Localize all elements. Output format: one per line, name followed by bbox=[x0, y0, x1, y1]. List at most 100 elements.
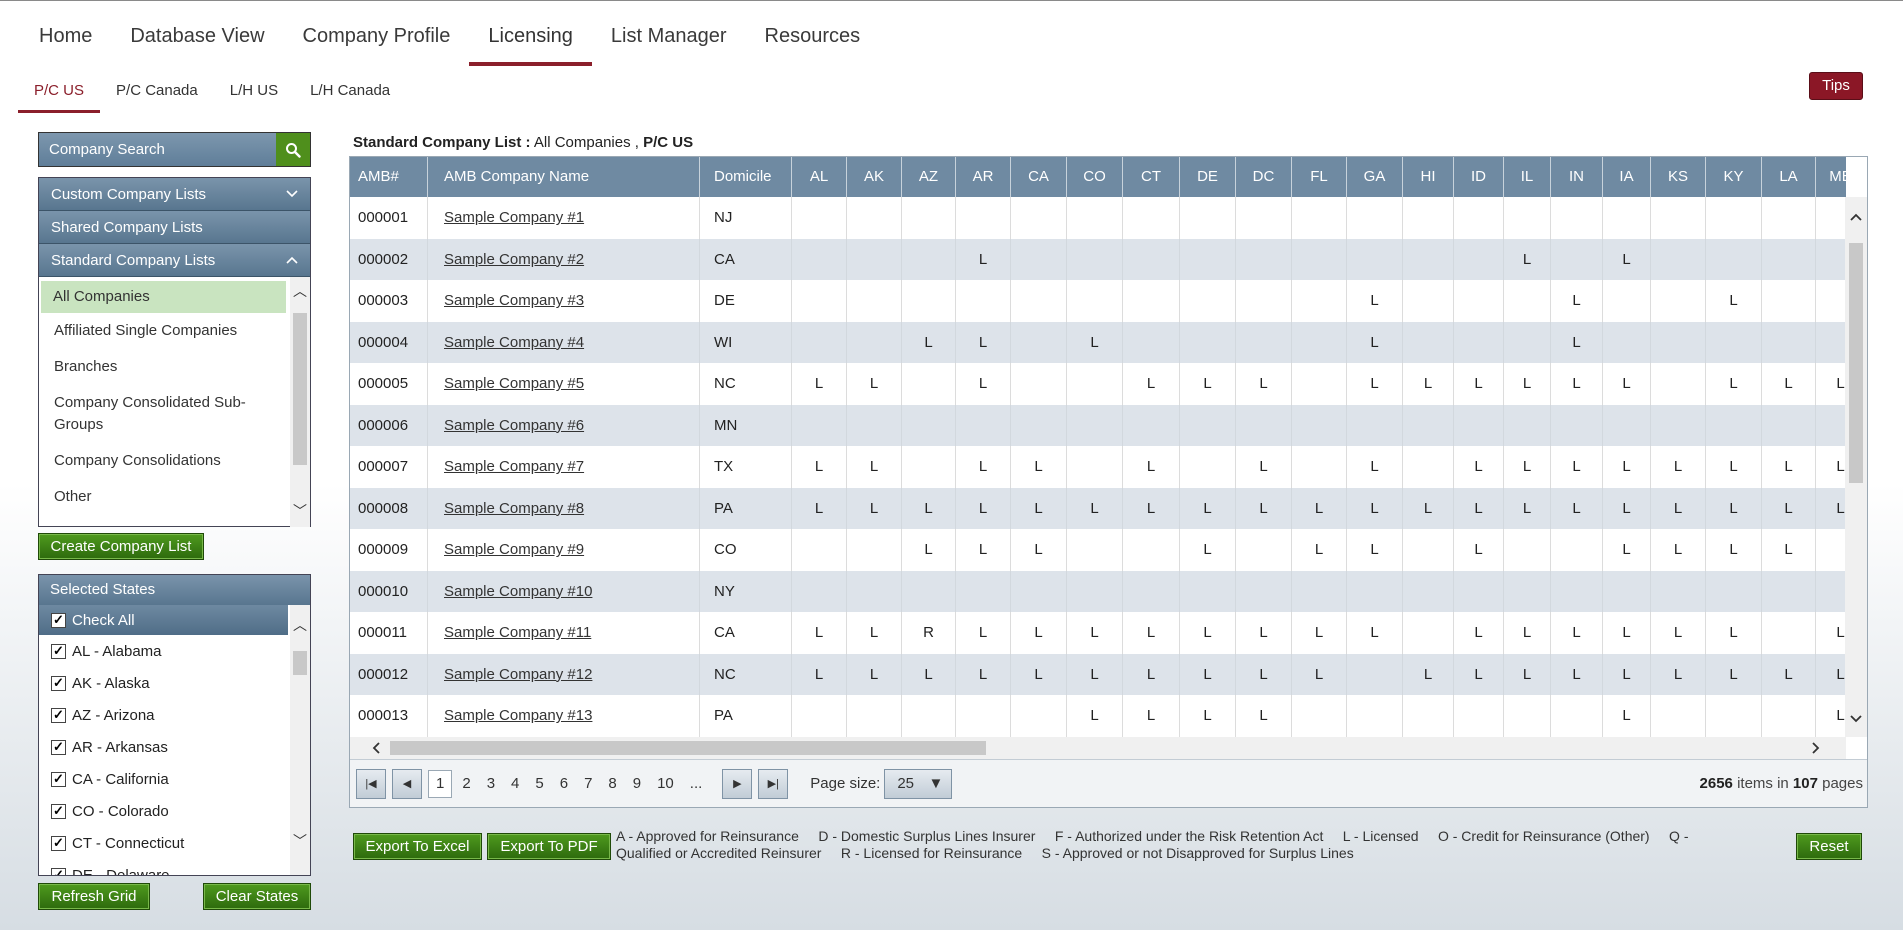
page-7-link[interactable]: 7 bbox=[576, 775, 600, 792]
list-item-affiliated-single-companies[interactable]: Affiliated Single Companies bbox=[39, 313, 310, 349]
grid-horizontal-scrollbar[interactable] bbox=[350, 737, 1846, 759]
page-1-link[interactable]: 1 bbox=[428, 769, 453, 798]
page-10-link[interactable]: 10 bbox=[649, 775, 682, 792]
column-header-ak[interactable]: AK bbox=[847, 157, 902, 197]
tab-l-h-canada[interactable]: L/H Canada bbox=[294, 75, 406, 115]
state-checkbox-az-arizona[interactable]: ✓ AZ - Arizona bbox=[39, 699, 310, 731]
column-header-ct[interactable]: CT bbox=[1123, 157, 1180, 197]
company-name-link[interactable]: Sample Company #4 bbox=[428, 321, 700, 363]
column-header-amb[interactable]: AMB# bbox=[350, 157, 428, 197]
tab-l-h-us[interactable]: L/H US bbox=[214, 75, 294, 115]
nav-item-home[interactable]: Home bbox=[20, 15, 111, 65]
state-checkbox-ak-alaska[interactable]: ✓ AK - Alaska bbox=[39, 667, 310, 699]
page-6-link[interactable]: 6 bbox=[552, 775, 576, 792]
tab-p-c-us[interactable]: P/C US bbox=[18, 75, 101, 115]
nav-item-list-manager[interactable]: List Manager bbox=[592, 15, 746, 65]
page-more-link[interactable]: ... bbox=[682, 775, 711, 792]
scroll-down-icon[interactable]: ﹀ bbox=[290, 831, 310, 851]
column-header-hi[interactable]: HI bbox=[1403, 157, 1454, 197]
company-name-link[interactable]: Sample Company #11 bbox=[428, 612, 700, 654]
states-scroll-thumb[interactable] bbox=[293, 651, 307, 675]
list-item-other[interactable]: Other bbox=[39, 479, 310, 515]
first-page-button[interactable]: |◀ bbox=[356, 768, 386, 799]
page-3-link[interactable]: 3 bbox=[479, 775, 503, 792]
states-scrollbar[interactable]: ︿ ﹀ bbox=[290, 605, 310, 875]
create-company-list-button[interactable]: Create Company List bbox=[38, 533, 204, 560]
column-header-il[interactable]: IL bbox=[1504, 157, 1551, 197]
column-header-az[interactable]: AZ bbox=[902, 157, 956, 197]
column-header-domicile[interactable]: Domicile bbox=[700, 157, 792, 197]
nav-item-company-profile[interactable]: Company Profile bbox=[284, 15, 470, 65]
prev-page-button[interactable]: ◀ bbox=[392, 768, 422, 799]
company-name-link[interactable]: Sample Company #9 bbox=[428, 529, 700, 571]
column-header-ks[interactable]: KS bbox=[1651, 157, 1706, 197]
page-4-link[interactable]: 4 bbox=[503, 775, 527, 792]
export-to-excel-button[interactable]: Export To Excel bbox=[353, 833, 482, 860]
nav-item-licensing[interactable]: Licensing bbox=[469, 15, 592, 66]
column-header-ca[interactable]: CA bbox=[1011, 157, 1067, 197]
company-name-link[interactable]: Sample Company #13 bbox=[428, 695, 700, 737]
column-header-la[interactable]: LA bbox=[1762, 157, 1816, 197]
scroll-up-icon[interactable]: ︿ bbox=[290, 281, 310, 301]
page-8-link[interactable]: 8 bbox=[600, 775, 624, 792]
column-header-co[interactable]: CO bbox=[1067, 157, 1123, 197]
export-to-pdf-button[interactable]: Export To PDF bbox=[487, 833, 611, 860]
refresh-grid-button[interactable]: Refresh Grid bbox=[38, 883, 150, 910]
search-button[interactable] bbox=[276, 133, 310, 166]
column-header-amb-company-name[interactable]: AMB Company Name bbox=[428, 157, 700, 197]
column-header-ia[interactable]: IA bbox=[1603, 157, 1651, 197]
company-name-link[interactable]: Sample Company #2 bbox=[428, 238, 700, 280]
state-checkbox-al-alabama[interactable]: ✓ AL - Alabama bbox=[39, 635, 310, 667]
next-page-button[interactable]: ▶ bbox=[722, 768, 753, 799]
page-9-link[interactable]: 9 bbox=[625, 775, 649, 792]
nav-item-database-view[interactable]: Database View bbox=[111, 15, 283, 65]
state-checkbox-ct-connecticut[interactable]: ✓ CT - Connecticut bbox=[39, 827, 310, 859]
column-header-ar[interactable]: AR bbox=[956, 157, 1011, 197]
column-header-ga[interactable]: GA bbox=[1347, 157, 1403, 197]
scroll-down-icon[interactable]: ﹀ bbox=[290, 501, 310, 521]
column-header-de[interactable]: DE bbox=[1180, 157, 1236, 197]
page-2-link[interactable]: 2 bbox=[454, 775, 478, 792]
column-header-ky[interactable]: KY bbox=[1706, 157, 1762, 197]
state-checkbox-co-colorado[interactable]: ✓ CO - Colorado bbox=[39, 795, 310, 827]
company-name-link[interactable]: Sample Company #1 bbox=[428, 197, 700, 239]
shared-company-lists-header[interactable]: Shared Company Lists bbox=[39, 211, 310, 244]
company-name-link[interactable]: Sample Company #7 bbox=[428, 446, 700, 488]
list-item-all-companies[interactable]: All Companies bbox=[41, 281, 286, 313]
company-name-link[interactable]: Sample Company #3 bbox=[428, 280, 700, 322]
tips-button[interactable]: Tips bbox=[1809, 72, 1863, 100]
list-item-branches[interactable]: Branches bbox=[39, 349, 310, 385]
state-checkbox-de-delaware[interactable]: ✓ DE - Delaware bbox=[39, 859, 310, 875]
column-header-id[interactable]: ID bbox=[1454, 157, 1504, 197]
scroll-down-icon[interactable] bbox=[1845, 709, 1867, 729]
page-5-link[interactable]: 5 bbox=[527, 775, 551, 792]
column-header-me[interactable]: ME bbox=[1816, 157, 1846, 197]
scroll-up-icon[interactable] bbox=[1845, 207, 1867, 227]
list-item-company-consolidated-sub-groups[interactable]: Company Consolidated Sub-Groups bbox=[39, 385, 310, 443]
grid-vscroll-thumb[interactable] bbox=[1849, 243, 1863, 483]
scroll-up-icon[interactable]: ︿ bbox=[290, 615, 310, 635]
company-name-link[interactable]: Sample Company #6 bbox=[428, 404, 700, 446]
clear-states-button[interactable]: Clear States bbox=[203, 883, 311, 910]
column-header-dc[interactable]: DC bbox=[1236, 157, 1292, 197]
state-checkbox-ar-arkansas[interactable]: ✓ AR - Arkansas bbox=[39, 731, 310, 763]
company-search-input[interactable] bbox=[39, 133, 276, 166]
lists-scroll-thumb[interactable] bbox=[293, 313, 307, 465]
column-header-fl[interactable]: FL bbox=[1292, 157, 1347, 197]
column-header-al[interactable]: AL bbox=[792, 157, 847, 197]
scroll-left-icon[interactable] bbox=[372, 741, 380, 755]
company-name-link[interactable]: Sample Company #5 bbox=[428, 363, 700, 405]
tab-p-c-canada[interactable]: P/C Canada bbox=[100, 75, 214, 115]
lists-scrollbar[interactable]: ︿ ﹀ bbox=[290, 277, 310, 527]
scroll-right-icon[interactable] bbox=[1812, 741, 1820, 755]
company-name-link[interactable]: Sample Company #10 bbox=[428, 570, 700, 612]
custom-company-lists-header[interactable]: Custom Company Lists bbox=[39, 178, 310, 211]
list-item-company-consolidations[interactable]: Company Consolidations bbox=[39, 443, 310, 479]
company-name-link[interactable]: Sample Company #12 bbox=[428, 653, 700, 695]
state-checkbox-ca-california[interactable]: ✓ CA - California bbox=[39, 763, 310, 795]
grid-hscroll-thumb[interactable] bbox=[390, 741, 986, 755]
last-page-button[interactable]: ▶| bbox=[758, 768, 789, 799]
nav-item-resources[interactable]: Resources bbox=[746, 15, 880, 65]
grid-vertical-scrollbar[interactable] bbox=[1845, 197, 1867, 737]
standard-company-lists-header[interactable]: Standard Company Lists bbox=[39, 244, 310, 277]
